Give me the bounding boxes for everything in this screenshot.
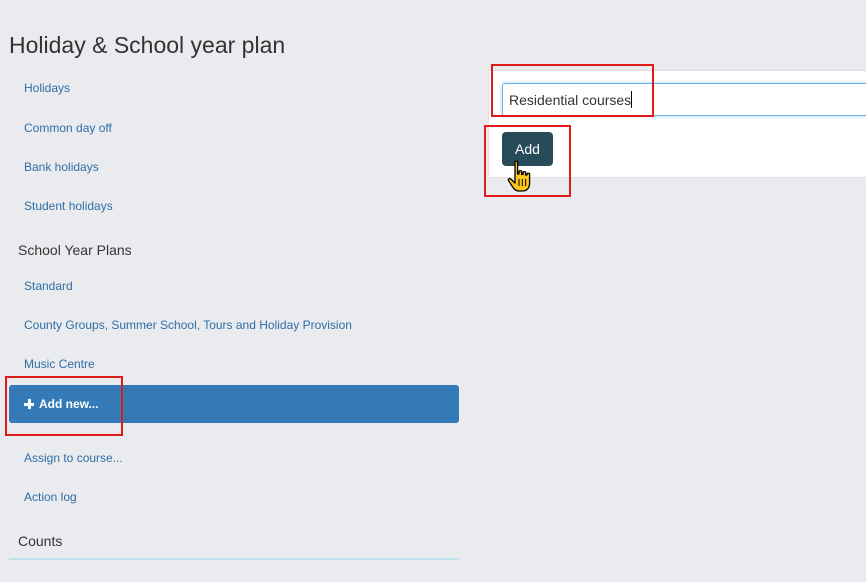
add-new-item[interactable]: Add new... [9,385,459,423]
school-year-plans-header: School Year Plans [18,242,132,258]
sidebar-item-assign-to-course[interactable]: Assign to course... [24,451,123,465]
sidebar-item-student-holidays[interactable]: Student holidays [24,199,113,213]
plus-icon [24,399,34,409]
page: Holiday & School year plan Holidays Comm… [0,0,866,582]
sidebar-item-bank-holidays[interactable]: Bank holidays [24,160,99,174]
sidebar-item-holidays[interactable]: Holidays [24,81,70,95]
sidebar-item-music-centre[interactable]: Music Centre [24,357,95,371]
sidebar-nav: Holidays Common day off Bank holidays St… [0,0,470,582]
sidebar-item-common-day-off[interactable]: Common day off [24,121,112,135]
text-caret [631,91,632,108]
counts-header: Counts [18,533,63,549]
sidebar-item-standard[interactable]: Standard [24,279,73,293]
counts-divider [9,558,459,560]
sidebar-item-action-log[interactable]: Action log [24,490,77,504]
plan-name-input[interactable] [502,83,866,116]
add-new-label: Add new... [39,397,99,411]
hand-pointer-icon [507,160,531,192]
sidebar-item-county-groups[interactable]: County Groups, Summer School, Tours and … [24,318,352,332]
